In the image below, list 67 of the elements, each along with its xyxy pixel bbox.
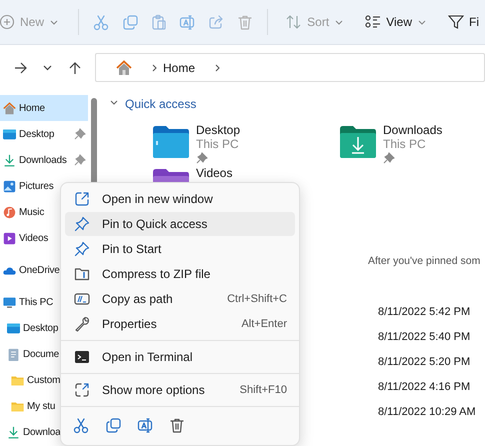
sidebar-item[interactable]: Downloads bbox=[0, 147, 88, 173]
pin-icon bbox=[74, 216, 90, 232]
shortcut-text: Ctrl+Shift+C bbox=[227, 293, 287, 305]
folder-icon bbox=[340, 126, 376, 158]
folder-name: Videos bbox=[196, 166, 232, 180]
menu-item[interactable]: Pin to Quick access bbox=[65, 212, 295, 236]
music-icon bbox=[3, 206, 16, 218]
terminal-icon bbox=[74, 349, 90, 365]
view-button[interactable]: View bbox=[359, 10, 432, 34]
folder-name: Downloads bbox=[383, 123, 442, 137]
more-options-icon bbox=[74, 382, 90, 398]
folder-icon bbox=[11, 374, 24, 386]
shortcut-text: Alt+Enter bbox=[241, 318, 287, 330]
sort-icon bbox=[286, 14, 302, 30]
folder-icon bbox=[11, 400, 24, 412]
pin-icon bbox=[196, 152, 208, 164]
chevron-right-icon bbox=[215, 64, 220, 72]
filter-button[interactable]: Fi bbox=[442, 10, 485, 34]
date-modified: 8/11/2022 10:29 AM bbox=[378, 405, 477, 420]
date-modified: 8/11/2022 5:20 PM bbox=[378, 355, 472, 370]
chevron-down-icon bbox=[335, 20, 344, 24]
folder-location: This PC bbox=[383, 137, 427, 151]
folder-location: This PC bbox=[196, 137, 240, 151]
wrench-icon bbox=[74, 316, 90, 332]
video-icon bbox=[3, 232, 16, 244]
monitor-icon bbox=[3, 296, 16, 308]
folder-tile[interactable]: Desktop This PC bbox=[153, 125, 340, 168]
recent-locations-icon[interactable] bbox=[43, 64, 52, 70]
address-bar[interactable]: Home bbox=[95, 53, 485, 82]
home-icon bbox=[3, 102, 16, 114]
forward-icon[interactable] bbox=[14, 62, 27, 74]
trash-icon[interactable] bbox=[169, 417, 185, 434]
sidebar-item[interactable]: Downloa bbox=[0, 419, 88, 445]
filter-icon bbox=[448, 14, 464, 30]
pin-icon bbox=[383, 152, 395, 164]
document-icon bbox=[7, 348, 20, 360]
scissors-icon[interactable] bbox=[73, 417, 89, 434]
section-header[interactable]: Quick access bbox=[110, 95, 196, 113]
folder-icon bbox=[153, 126, 189, 158]
breadcrumb[interactable]: Home bbox=[163, 60, 196, 74]
chevron-down-icon bbox=[50, 20, 58, 24]
copy-icon[interactable] bbox=[105, 417, 121, 434]
date-modified: 8/11/2022 5:42 PM bbox=[378, 305, 472, 320]
shortcut-text: Shift+F10 bbox=[240, 384, 287, 396]
chevron-right-icon bbox=[152, 64, 157, 72]
chevron-down-icon bbox=[418, 20, 426, 24]
folder-name: Desktop bbox=[196, 123, 240, 137]
pictures-icon bbox=[3, 180, 16, 192]
date-modified: 8/11/2022 4:16 PM bbox=[378, 380, 472, 395]
home-icon bbox=[116, 60, 132, 76]
sidebar-item[interactable]: Desktop bbox=[0, 121, 88, 147]
desktop-icon bbox=[7, 322, 20, 334]
pin-icon bbox=[74, 241, 90, 257]
desktop-icon bbox=[3, 128, 16, 140]
folder-tile[interactable]: Downloads This PC bbox=[340, 125, 485, 168]
open-window-icon bbox=[74, 191, 90, 207]
download-icon bbox=[3, 154, 16, 166]
sidebar-item[interactable]: Home bbox=[0, 95, 88, 121]
zip-folder-icon bbox=[74, 266, 90, 282]
empty-message: After you've pinned som bbox=[368, 255, 482, 267]
download-icon bbox=[7, 426, 20, 438]
date-modified: 8/11/2022 5:40 PM bbox=[378, 330, 472, 345]
list-view-icon bbox=[365, 14, 382, 30]
rename-icon[interactable] bbox=[137, 417, 153, 434]
up-icon[interactable] bbox=[69, 60, 81, 74]
path-icon bbox=[74, 291, 90, 307]
clipboard-icon[interactable] bbox=[150, 14, 167, 30]
